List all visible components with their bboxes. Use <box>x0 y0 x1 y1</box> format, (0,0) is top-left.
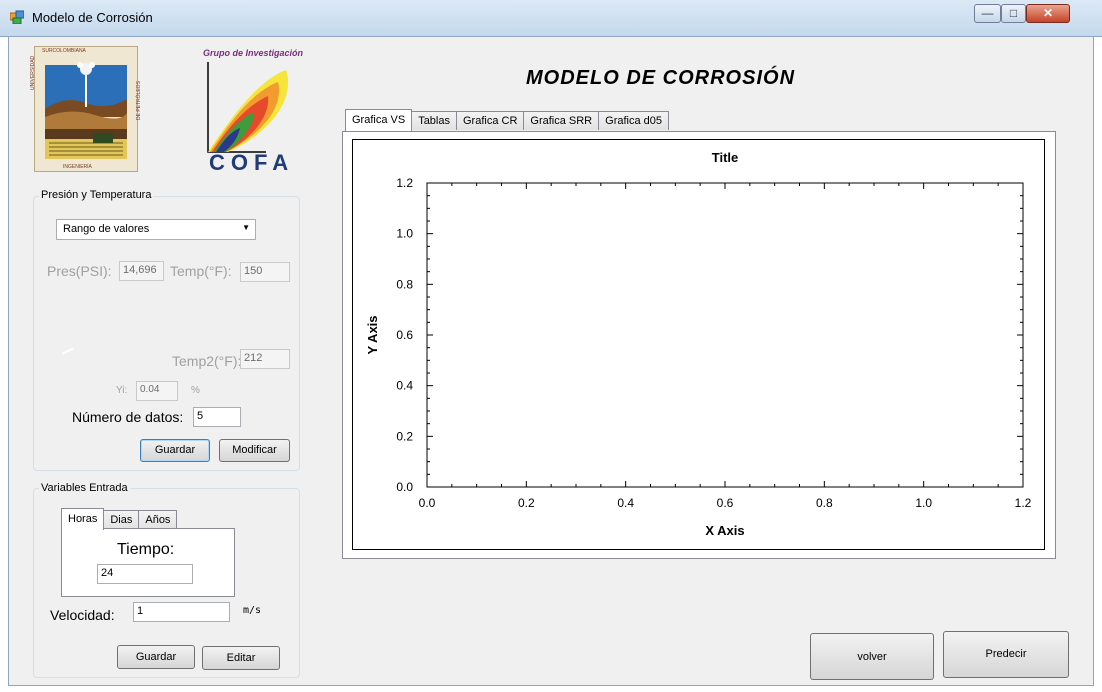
pressure-save-button[interactable]: Guardar <box>140 439 210 462</box>
x-tick-label: 0.4 <box>617 496 634 510</box>
velocidad-unit: m/s <box>243 605 262 616</box>
usco-logo-bottom-text: INGENIERÍA <box>63 164 92 170</box>
cofa-name: COFA <box>209 150 295 175</box>
x-tick-label: 1.0 <box>915 496 932 510</box>
mode-select[interactable]: Rango de valores ▼ <box>56 219 256 240</box>
tab-grafica-cr[interactable]: Grafica CR <box>455 111 525 130</box>
maximize-button[interactable]: □ <box>1001 4 1026 23</box>
temp-label: Temp(°F): <box>170 263 232 279</box>
y-tick-label: 1.2 <box>396 176 413 190</box>
tab-grafica-d05[interactable]: Grafica d05 <box>598 111 670 130</box>
yi-unit: % <box>191 385 200 396</box>
tiempo-label: Tiempo: <box>117 541 175 558</box>
y-tick-label: 0.6 <box>396 328 413 342</box>
yi-label: Yi: <box>116 385 128 396</box>
y-tick-label: 0.2 <box>396 429 413 443</box>
tab-grafica-vs[interactable]: Grafica VS <box>345 109 413 131</box>
cofa-caption: Grupo de Investigación <box>203 48 304 58</box>
x-tick-label: 0.6 <box>717 496 734 510</box>
y-tick-label: 1.0 <box>396 227 413 241</box>
window-title: Modelo de Corrosión <box>32 10 153 25</box>
input-variables-title: Variables Entrada <box>39 482 130 494</box>
chart-tabs: Grafica VS Tablas Grafica CR Grafica SRR… <box>345 109 670 133</box>
chart: Title X Axis Y Axis 0.0 0.2 0.4 0.6 0.8 1.0 1.2 0.… <box>365 150 1032 538</box>
x-axis-label: X Axis <box>705 523 744 538</box>
chevron-down-icon: ▼ <box>242 223 250 232</box>
tab-horas[interactable]: Horas <box>61 508 105 530</box>
plot-frame <box>426 182 1024 488</box>
y-tick-label: 0.8 <box>396 277 413 291</box>
close-button[interactable]: ✕ <box>1026 4 1070 23</box>
velocidad-field[interactable]: 1 <box>133 602 230 622</box>
minimize-button[interactable]: — <box>974 4 1001 23</box>
tab-anos[interactable]: Años <box>138 510 178 529</box>
usco-logo-right-text: DE PETRÓLEOS <box>136 81 142 120</box>
pressure-temperature-title: Presión y Temperatura <box>39 189 154 201</box>
x-tick-label: 0.0 <box>419 496 436 510</box>
temp2-label: Temp2(°F): <box>172 353 242 369</box>
yi-field[interactable]: 0.04 <box>136 381 178 401</box>
num-datos-field[interactable]: 5 <box>193 407 241 427</box>
chart-title: Title <box>712 150 739 165</box>
velocidad-label: Velocidad: <box>50 607 115 623</box>
usco-logo-top-text: SURCOLOMBIANA <box>42 48 86 54</box>
minimize-icon: — <box>981 6 994 20</box>
chart-area: Title X Axis Y Axis 0.0 0.2 0.4 0.6 0.8 1.0 1.2 0.… <box>352 139 1045 550</box>
temp-field[interactable]: 150 <box>240 262 290 282</box>
app-icon <box>9 10 25 25</box>
pres-label: Pres(PSI): <box>47 263 112 279</box>
x-tick-label: 1.2 <box>1015 496 1032 510</box>
tab-tablas[interactable]: Tablas <box>411 111 457 130</box>
tiempo-field[interactable]: 24 <box>97 564 193 584</box>
x-tick-label: 0.8 <box>816 496 833 510</box>
temp2-field[interactable]: 212 <box>240 349 290 369</box>
y-tick-label: 0.0 <box>396 480 413 494</box>
maximize-icon: □ <box>1009 6 1018 20</box>
y-tick-label: 0.4 <box>396 379 413 393</box>
pres-field[interactable]: 14,696 <box>119 261 164 281</box>
input-save-button[interactable]: Guardar <box>117 645 195 669</box>
predict-button[interactable]: Predecir <box>943 631 1069 678</box>
page-heading: MODELO DE CORROSIÓN <box>526 67 796 89</box>
x-tick-label: 0.2 <box>518 496 535 510</box>
y-axis-label: Y Axis <box>365 315 380 354</box>
num-datos-label: Número de datos: <box>72 409 184 425</box>
tab-dias[interactable]: Dias <box>103 510 140 529</box>
usco-logo <box>34 46 138 172</box>
title-bar[interactable] <box>0 0 1102 37</box>
time-tab-panel <box>61 528 235 597</box>
pressure-modify-button[interactable]: Modificar <box>219 439 290 462</box>
input-edit-button[interactable]: Editar <box>202 646 280 670</box>
back-button[interactable]: volver <box>810 633 934 680</box>
usco-logo-left-text: UNIVERSIDAD <box>30 55 36 90</box>
close-icon: ✕ <box>1042 6 1054 20</box>
mode-select-value: Rango de valores <box>63 223 150 235</box>
tab-grafica-srr[interactable]: Grafica SRR <box>523 111 600 130</box>
